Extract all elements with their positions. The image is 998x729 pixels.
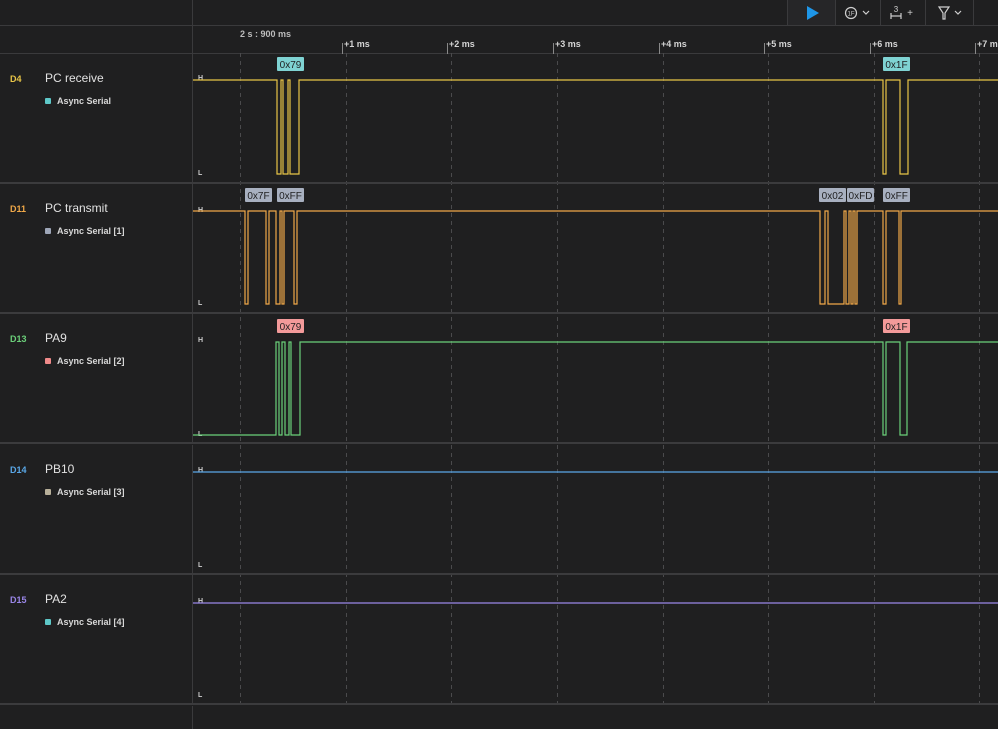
- decoded-byte-tag[interactable]: 0x1F: [883, 319, 910, 333]
- svg-text:0x79: 0x79: [280, 322, 302, 333]
- decoded-byte-tag[interactable]: 0x1F: [883, 57, 910, 71]
- ruler-tick: +3 ms: [553, 39, 581, 54]
- waveform-d4[interactable]: 0x79 0x1F: [0, 54, 998, 182]
- protocol-decoder-icon: 1F: [844, 6, 870, 19]
- ruler-tick: +5 ms: [764, 39, 792, 54]
- ruler-origin-time: 2 s : 900 ms: [240, 29, 292, 39]
- toolbar-spacer: [973, 0, 998, 25]
- svg-text:0xFF: 0xFF: [885, 191, 908, 202]
- decoded-byte-tag[interactable]: 0x79: [277, 57, 304, 71]
- channel-row-d13[interactable]: D13 PA9 Async Serial [2] H L 0x79 0x1F: [0, 314, 998, 444]
- svg-text:0xFF: 0xFF: [279, 191, 302, 202]
- waveform-d13[interactable]: 0x79 0x1F: [0, 314, 998, 442]
- ruler-tick: +4 ms: [659, 39, 687, 54]
- waveform-d14[interactable]: [0, 445, 998, 573]
- decoded-byte-tag[interactable]: 0xFD: [847, 188, 874, 202]
- channel-row-d4[interactable]: D4 PC receive Async Serial H L 0x79 0x1F: [0, 54, 998, 184]
- measurement-icon: 3 +: [890, 5, 913, 19]
- svg-text:0x79: 0x79: [280, 60, 302, 71]
- plus-icon: +: [907, 8, 913, 19]
- svg-text:0xFD: 0xFD: [849, 191, 873, 202]
- protocol-decoder-button[interactable]: 1F: [835, 0, 880, 25]
- toolbar: 1F 3 +: [0, 0, 998, 26]
- svg-text:0x7F: 0x7F: [247, 191, 269, 202]
- decoded-byte-tag[interactable]: 0xFF: [883, 188, 910, 202]
- decoded-byte-tag[interactable]: 0xFF: [277, 188, 304, 202]
- ruler-divider: [192, 26, 193, 53]
- trigger-icon: [937, 5, 961, 20]
- bottom-empty-area: [0, 706, 998, 729]
- ruler-tick: +7 ms: [975, 39, 998, 54]
- channel-row-d14[interactable]: D14 PB10 Async Serial [3] H L: [0, 445, 998, 575]
- time-ruler[interactable]: 2 s : 900 ms +1 ms +2 ms +3 ms +4 ms +5 …: [0, 26, 998, 54]
- decoded-byte-tag[interactable]: 0x79: [277, 319, 304, 333]
- waveform-d11[interactable]: 0x7F 0xFF 0x02 0xFD 0xFF: [0, 184, 998, 312]
- ruler-tick: +1 ms: [342, 39, 370, 54]
- channel-row-d15[interactable]: D15 PA2 Async Serial [4] H L: [0, 575, 998, 705]
- ruler-tick: +6 ms: [870, 39, 898, 54]
- play-icon: [806, 5, 819, 20]
- measure-count: 3: [894, 5, 899, 14]
- toolbar-divider: [192, 0, 193, 25]
- channel-row-d11[interactable]: D11 PC transmit Async Serial [1] H L 0x7…: [0, 184, 998, 314]
- svg-text:1F: 1F: [847, 11, 854, 17]
- bottom-divider: [192, 706, 193, 729]
- svg-text:0x02: 0x02: [822, 191, 844, 202]
- ruler-tick: +2 ms: [447, 39, 475, 54]
- waveform-d15[interactable]: [0, 575, 998, 703]
- start-capture-button[interactable]: [787, 0, 835, 25]
- svg-text:0x1F: 0x1F: [885, 60, 907, 71]
- svg-text:0x1F: 0x1F: [885, 322, 907, 333]
- add-measurement-button[interactable]: 3 +: [880, 0, 925, 25]
- decoded-byte-tag[interactable]: 0x7F: [245, 188, 272, 202]
- trigger-button[interactable]: [925, 0, 973, 25]
- decoded-byte-tag[interactable]: 0x02: [819, 188, 846, 202]
